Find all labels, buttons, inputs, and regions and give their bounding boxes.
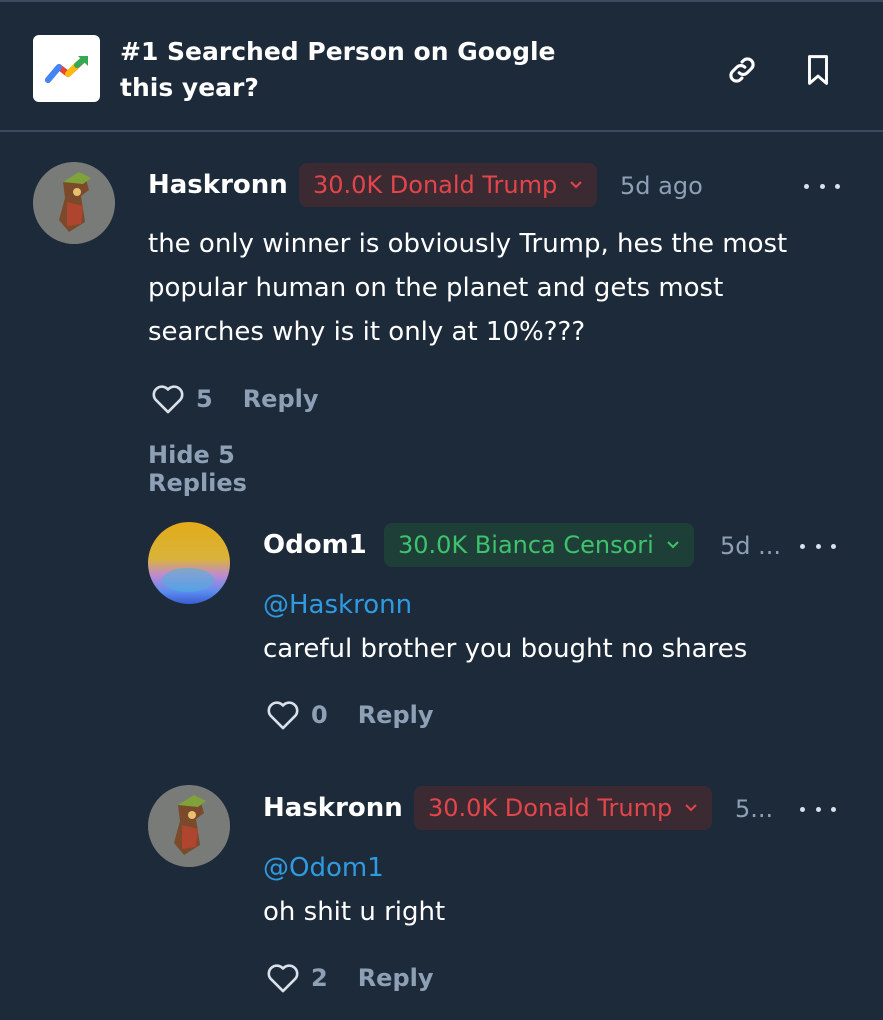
heart-icon: [152, 385, 184, 414]
reply-actions: 0 Reply: [265, 695, 434, 735]
more-dot-icon: [831, 806, 836, 812]
reply-button[interactable]: Reply: [358, 964, 434, 992]
more-dot-icon: [835, 183, 840, 189]
position-label: 30.0K Donald Trump: [428, 794, 673, 822]
chevron-down-icon: [684, 803, 698, 813]
more-options-button[interactable]: [804, 176, 840, 196]
user-avatar-image: [33, 162, 115, 244]
more-dot-icon: [800, 806, 805, 812]
market-title-line2: this year?: [120, 73, 259, 102]
more-dot-icon: [815, 806, 821, 812]
reply-text: careful brother you bought no shares: [263, 634, 748, 664]
reply-actions: 2 Reply: [265, 958, 434, 998]
comment-time: 5d ago: [620, 172, 703, 200]
heart-icon: [267, 964, 299, 993]
more-options-button[interactable]: [800, 799, 836, 819]
link-icon: [729, 57, 755, 83]
position-badge[interactable]: 30.0K Donald Trump: [299, 163, 598, 207]
reply-time: 5...: [735, 795, 774, 823]
mention-link[interactable]: @Haskronn: [263, 583, 412, 627]
position-label: 30.0K Bianca Censori: [398, 531, 654, 559]
position-badge[interactable]: 30.0K Donald Trump: [414, 786, 713, 830]
hide-replies-button[interactable]: Hide 5 Replies: [148, 441, 247, 497]
more-dot-icon: [804, 183, 809, 189]
like-count: 5: [196, 385, 213, 413]
reply-username[interactable]: Odom1: [263, 527, 367, 563]
reply-button[interactable]: Reply: [358, 701, 434, 729]
reply-text: oh shit u right: [263, 897, 446, 927]
reply-button[interactable]: Reply: [243, 385, 319, 413]
copy-link-button[interactable]: [724, 52, 760, 88]
user-avatar-image: [148, 522, 230, 604]
chevron-down-icon: [666, 540, 680, 550]
like-count: 0: [311, 701, 328, 729]
avatar[interactable]: [148, 522, 230, 604]
mention-link[interactable]: @Odom1: [263, 846, 384, 890]
like-count: 2: [311, 964, 328, 992]
heart-icon: [267, 701, 299, 730]
bookmark-button[interactable]: [800, 52, 836, 88]
chevron-down-icon: [569, 180, 583, 190]
more-options-button[interactable]: [800, 536, 836, 556]
position-label: 30.0K Donald Trump: [313, 171, 558, 199]
more-dot-icon: [831, 543, 836, 549]
comment-text: the only winner is obviously Trump, hes …: [148, 222, 848, 354]
more-dot-icon: [815, 543, 821, 549]
reply-time: 5d ...: [720, 532, 782, 560]
more-dot-icon: [819, 183, 825, 189]
market-header: #1 Searched Person on Google this year?: [0, 2, 883, 132]
market-title[interactable]: #1 Searched Person on Google this year?: [120, 34, 640, 106]
avatar[interactable]: [148, 785, 230, 867]
comment-username[interactable]: Haskronn: [148, 167, 288, 203]
like-button[interactable]: 5: [150, 383, 213, 415]
market-thumbnail[interactable]: [33, 35, 100, 102]
comment-actions: 5 Reply: [150, 379, 319, 419]
comment-text-line: popular human on the planet and gets mos…: [148, 273, 724, 303]
reply-username[interactable]: Haskronn: [263, 790, 403, 826]
avatar[interactable]: [33, 162, 115, 244]
more-dot-icon: [800, 543, 805, 549]
user-avatar-image: [148, 785, 230, 867]
like-button[interactable]: 2: [265, 962, 328, 994]
bookmark-icon: [808, 55, 828, 85]
trending-chart-icon: [44, 55, 88, 83]
like-button[interactable]: 0: [265, 699, 328, 731]
comment-text-line: searches why is it only at 10%???: [148, 317, 586, 347]
comment-text-line: the only winner is obviously Trump, hes …: [148, 229, 788, 259]
market-title-line1: #1 Searched Person on Google: [120, 37, 556, 66]
position-badge[interactable]: 30.0K Bianca Censori: [384, 523, 694, 567]
